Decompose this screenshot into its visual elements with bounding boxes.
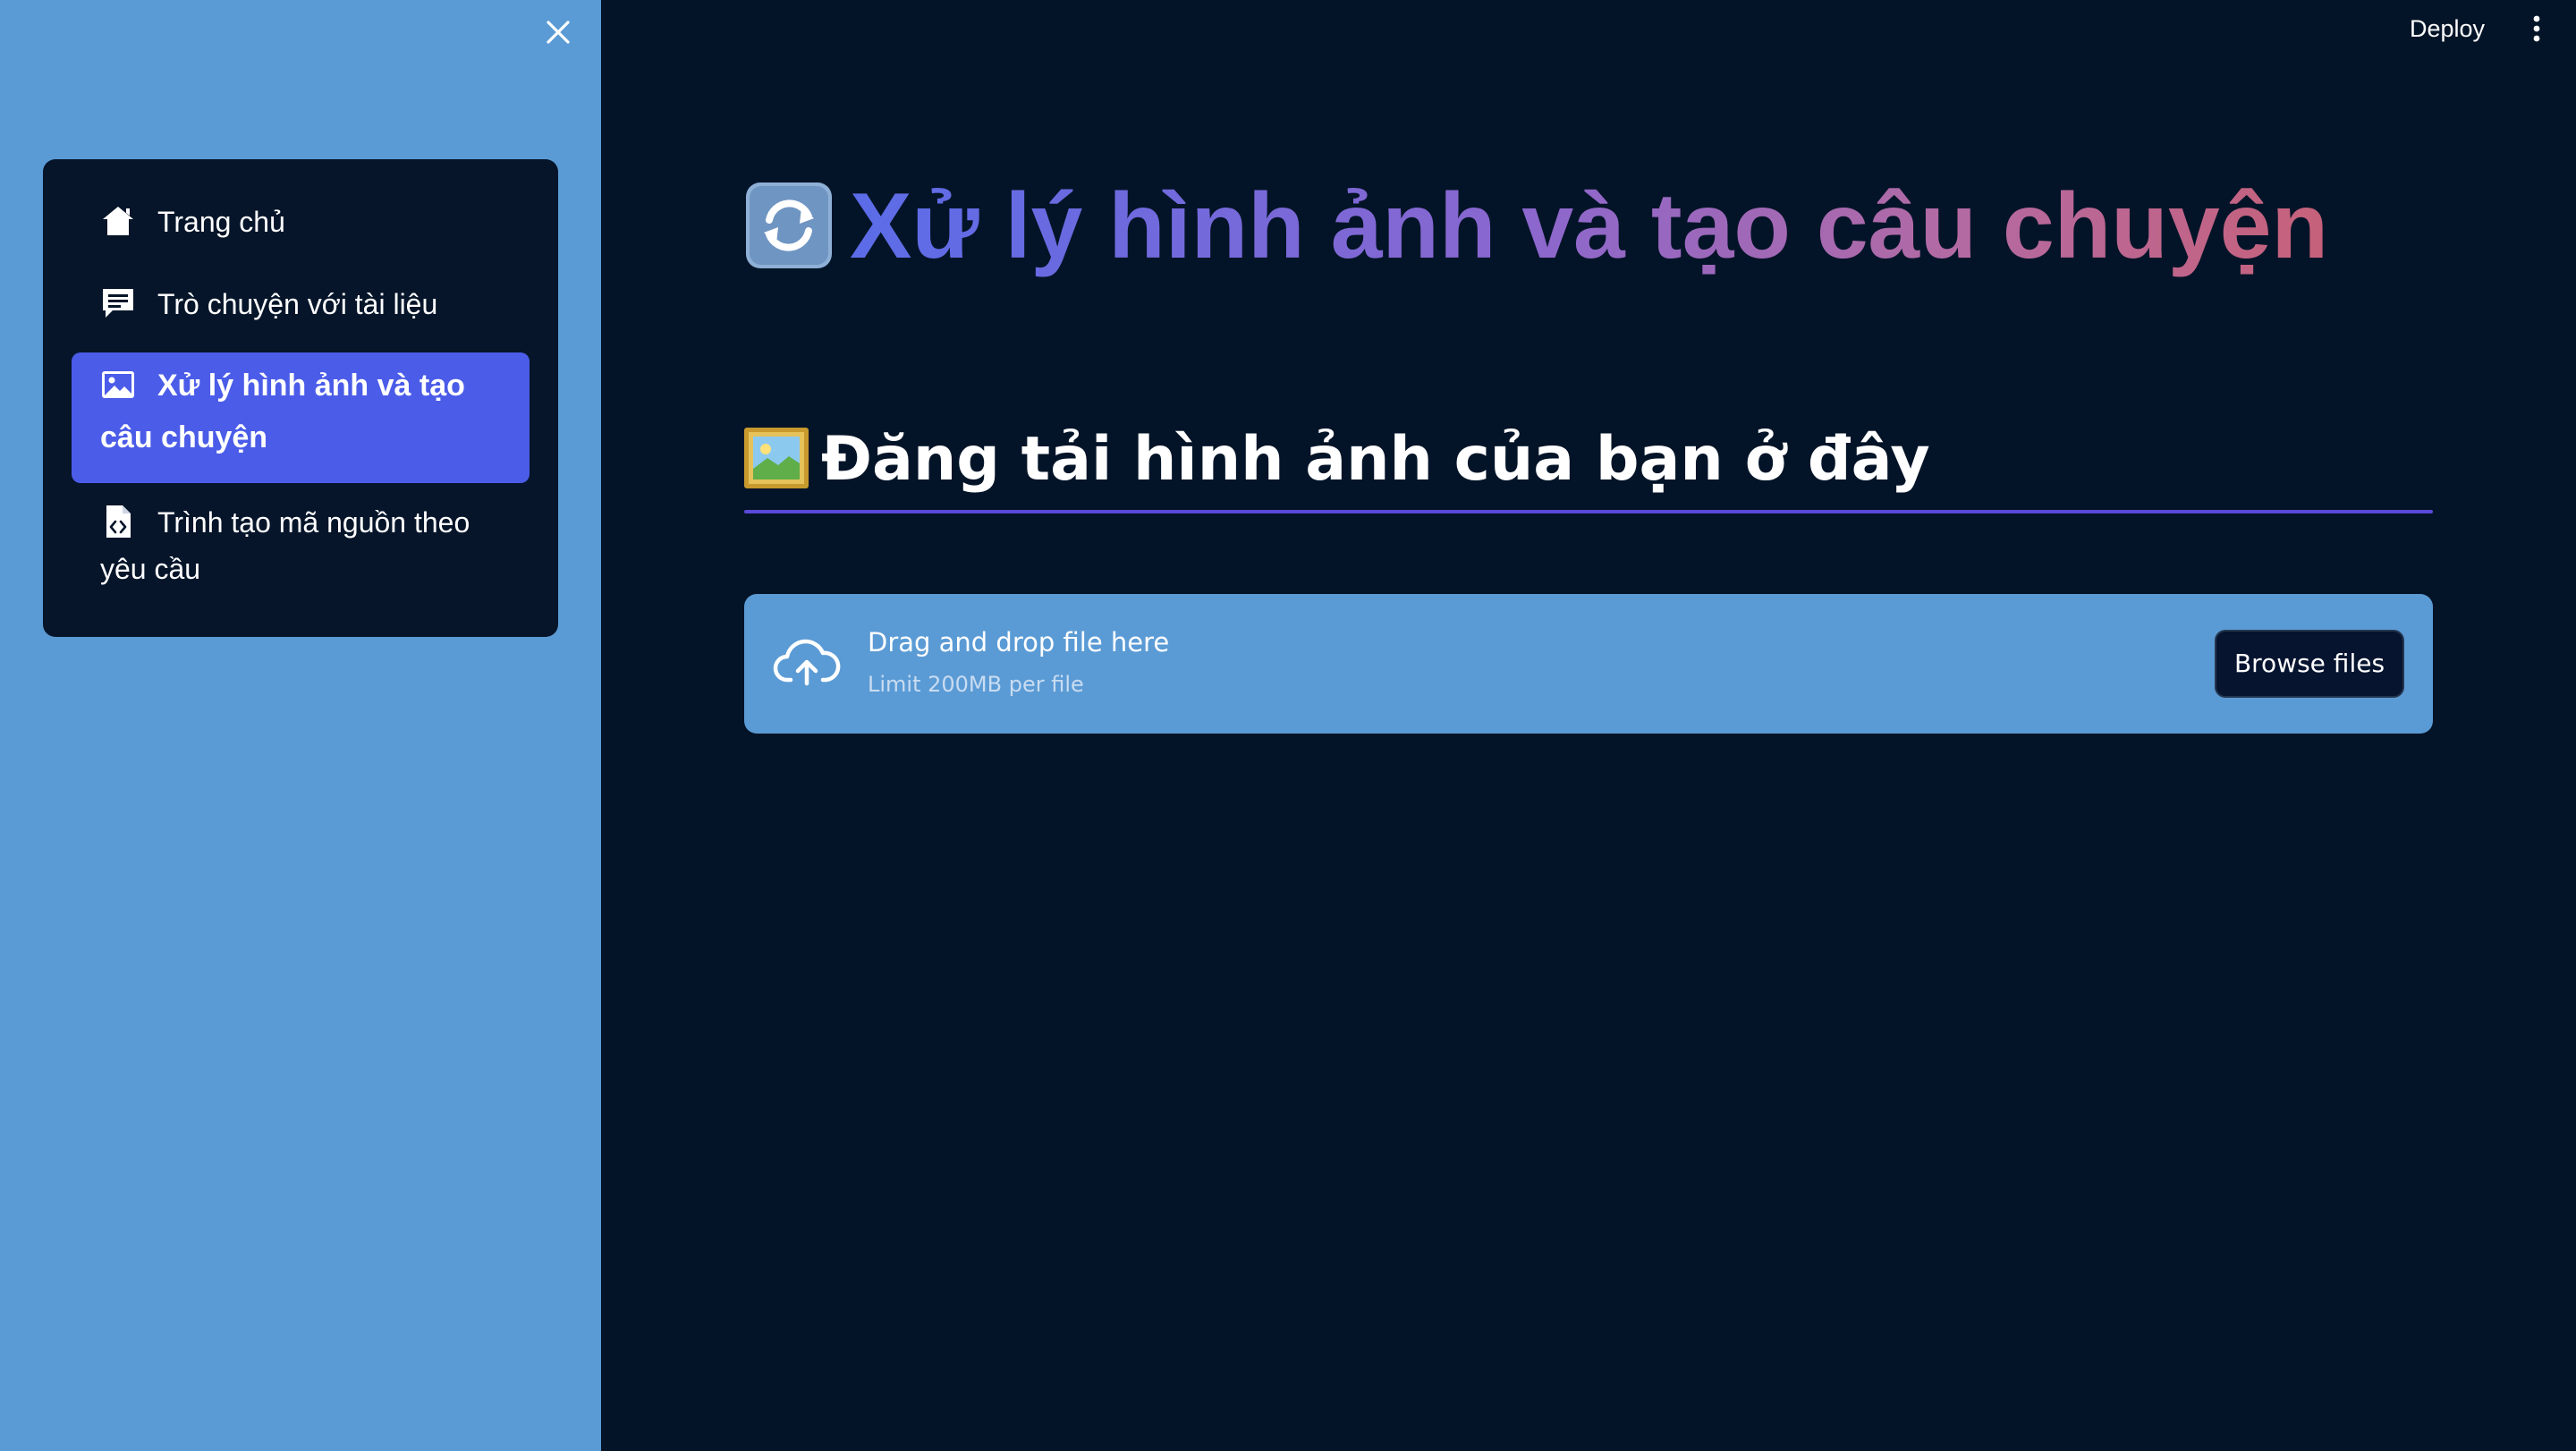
- page-title: Xử lý hình ảnh và tạo câu chuyện: [850, 166, 2328, 286]
- image-icon: [102, 371, 134, 398]
- main-menu-button[interactable]: [2519, 11, 2555, 47]
- close-icon: [547, 21, 570, 44]
- chat-icon: [103, 289, 133, 318]
- sidebar-item-label: Xử lý hình ảnh và tạo câu chuyện: [100, 369, 465, 454]
- sidebar-item-home[interactable]: Trang chủ: [72, 199, 530, 245]
- drop-instructions: Drag and drop file here: [868, 627, 1170, 658]
- sidebar: Trang chủ Trò chuyện với tài liệu Xử lý …: [0, 0, 601, 1451]
- browse-files-button[interactable]: Browse files: [2215, 630, 2404, 698]
- file-size-limit: Limit 200MB per file: [868, 672, 1084, 697]
- sidebar-item-image-story[interactable]: Xử lý hình ảnh và tạo câu chuyện: [72, 352, 530, 483]
- sidebar-item-label: Trang chủ: [157, 206, 285, 238]
- sidebar-nav: Trang chủ Trò chuyện với tài liệu Xử lý …: [43, 159, 558, 637]
- close-sidebar-button[interactable]: [540, 14, 576, 50]
- heading-divider: [744, 510, 2433, 513]
- framed-picture-emoji-icon: [744, 428, 809, 488]
- more-vertical-icon: [2533, 15, 2540, 42]
- code-file-icon: [106, 505, 131, 538]
- sidebar-item-chat-documents[interactable]: Trò chuyện với tài liệu: [72, 281, 530, 327]
- home-icon: [103, 207, 133, 235]
- sidebar-item-code-generator[interactable]: Trình tạo mã nguồn theo yêu cầu: [72, 499, 530, 592]
- sidebar-item-label: Trò chuyện với tài liệu: [157, 288, 438, 320]
- sidebar-item-label: Trình tạo mã nguồn theo yêu cầu: [100, 506, 470, 585]
- refresh-emoji-icon: [746, 182, 832, 268]
- upload-section-heading: Đăng tải hình ảnh của bạn ở đây: [821, 424, 1930, 495]
- file-uploader-dropzone[interactable]: Drag and drop file here Limit 200MB per …: [744, 594, 2433, 734]
- cloud-upload-icon: [773, 639, 841, 686]
- deploy-button[interactable]: Deploy: [2397, 7, 2497, 50]
